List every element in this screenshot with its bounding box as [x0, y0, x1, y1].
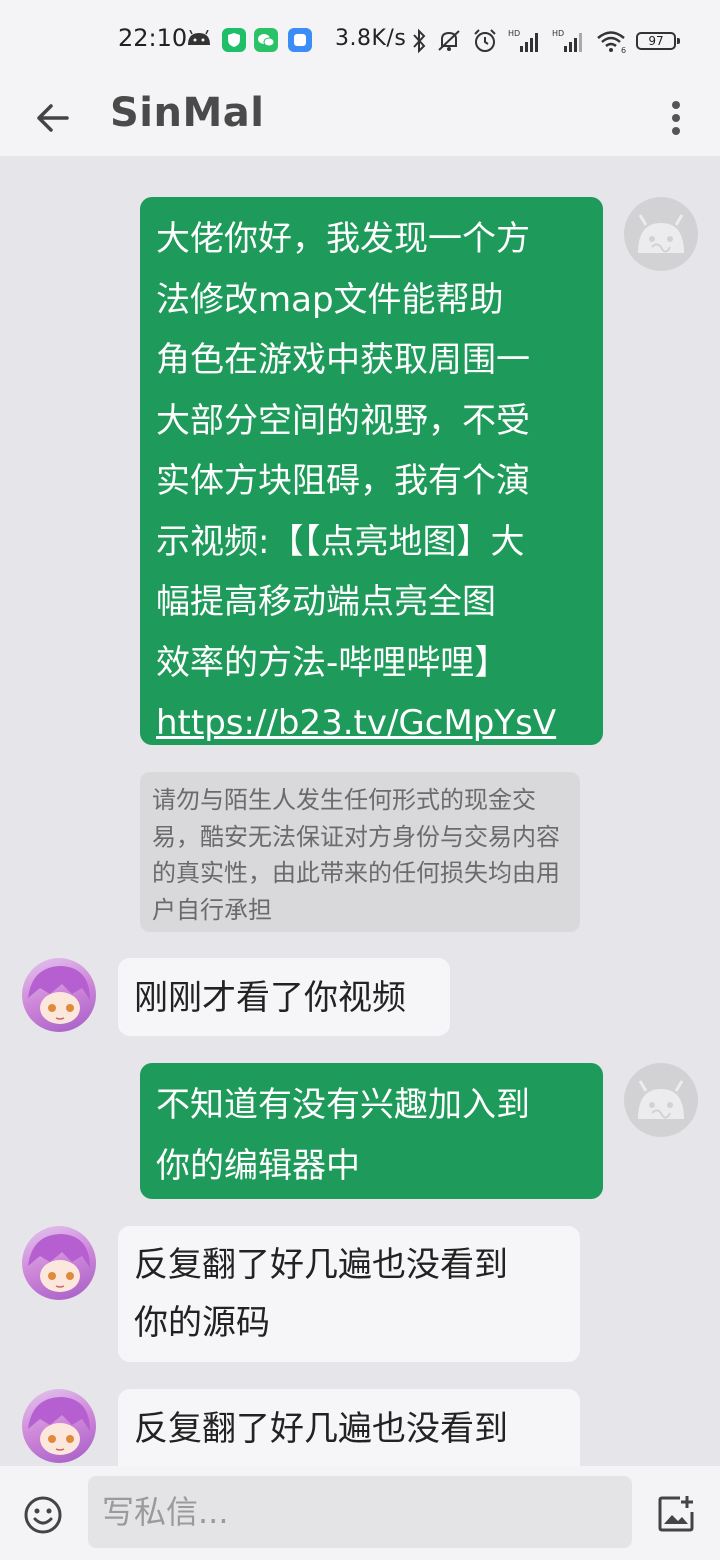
anime-avatar-icon — [28, 1234, 90, 1292]
message-bubble-received[interactable]: 反复翻了好几遍也没看到 — [118, 1389, 580, 1466]
battery-icon: 97 — [636, 32, 680, 50]
anime-avatar-icon — [28, 1397, 90, 1455]
message-line: 反复翻了好几遍也没看到 — [134, 1245, 508, 1285]
status-icons: HD HD 6 — [412, 26, 628, 56]
anime-avatar-icon — [28, 966, 90, 1024]
message-line: 反复翻了好几遍也没看到 — [134, 1409, 508, 1449]
contact-avatar[interactable] — [22, 1389, 96, 1463]
back-button[interactable] — [28, 94, 76, 142]
message-line: 你的源码 — [134, 1303, 270, 1343]
svg-text:HD: HD — [552, 29, 564, 38]
message-link[interactable]: https://b23.tv/GcMpYsV — [156, 693, 587, 754]
bluetooth-icon — [413, 28, 426, 54]
message-line: 角色在游戏中获取周围一 — [156, 340, 530, 380]
signal-hd-icon: HD — [552, 29, 582, 52]
alarm-icon — [474, 29, 496, 52]
svg-text:HD: HD — [508, 29, 520, 38]
shield-app-icon — [222, 28, 246, 52]
status-bar: 22:10 3.8K/s HD HD 6 97 — [0, 0, 720, 84]
more-menu-button[interactable] — [656, 92, 696, 144]
emoji-icon[interactable] — [22, 1494, 64, 1536]
safety-warning: 请勿与陌生人发生任何形式的现金交易，酷安无法保证对方身份与交易内容的真实性，由此… — [140, 772, 580, 932]
android-avatar-icon — [638, 1080, 684, 1119]
message-bubble-received[interactable]: 刚刚才看了你视频 — [118, 958, 450, 1036]
message-text: 刚刚才看了你视频 — [134, 978, 406, 1018]
page-title: SinMal — [110, 90, 265, 136]
message-line: 实体方块阻碍，我有个演 — [156, 461, 530, 501]
contact-avatar[interactable] — [22, 958, 96, 1032]
message-input[interactable] — [88, 1476, 632, 1548]
my-avatar[interactable] — [624, 197, 698, 271]
contact-avatar[interactable] — [22, 1226, 96, 1300]
signal-hd-icon: HD — [508, 29, 538, 52]
message-line: 不知道有没有兴趣加入到 — [156, 1085, 530, 1125]
svg-text:6: 6 — [621, 46, 626, 54]
message-line: 效率的方法-哔哩哔哩】 — [156, 642, 509, 683]
back-arrow-icon — [37, 104, 69, 132]
message-line: 大部分空间的视野，不受 — [156, 400, 530, 441]
my-avatar[interactable] — [624, 1063, 698, 1137]
android-avatar-icon — [638, 214, 684, 253]
composer-bar — [0, 1466, 720, 1560]
network-speed: 3.8K/s — [335, 26, 407, 51]
add-image-icon[interactable] — [656, 1494, 696, 1534]
status-time: 22:10 — [118, 24, 188, 52]
more-vert-icon — [672, 101, 680, 135]
message-line: 你的编辑器中 — [156, 1145, 360, 1186]
message-line: 幅提高移动端点亮全图 — [156, 582, 496, 622]
message-line: 示视频:【【点亮地图】大 — [156, 521, 525, 562]
android-icon — [188, 30, 210, 45]
message-bubble-sent[interactable]: 不知道有没有兴趣加入到 你的编辑器中 — [140, 1063, 603, 1199]
message-bubble-sent[interactable]: 大佬你好，我发现一个方 法修改map文件能帮助 角色在游戏中获取周围一 大部分空… — [140, 197, 603, 745]
mute-icon — [438, 30, 460, 51]
wifi-icon: 6 — [597, 31, 626, 54]
message-line: 大佬你好，我发现一个方 — [156, 219, 530, 259]
message-bubble-received[interactable]: 反复翻了好几遍也没看到 你的源码 — [118, 1226, 580, 1362]
wechat-icon — [254, 28, 278, 52]
app-header: SinMal — [0, 84, 720, 156]
message-line: 法修改map文件能帮助 — [156, 279, 504, 320]
app-icon — [288, 28, 312, 52]
